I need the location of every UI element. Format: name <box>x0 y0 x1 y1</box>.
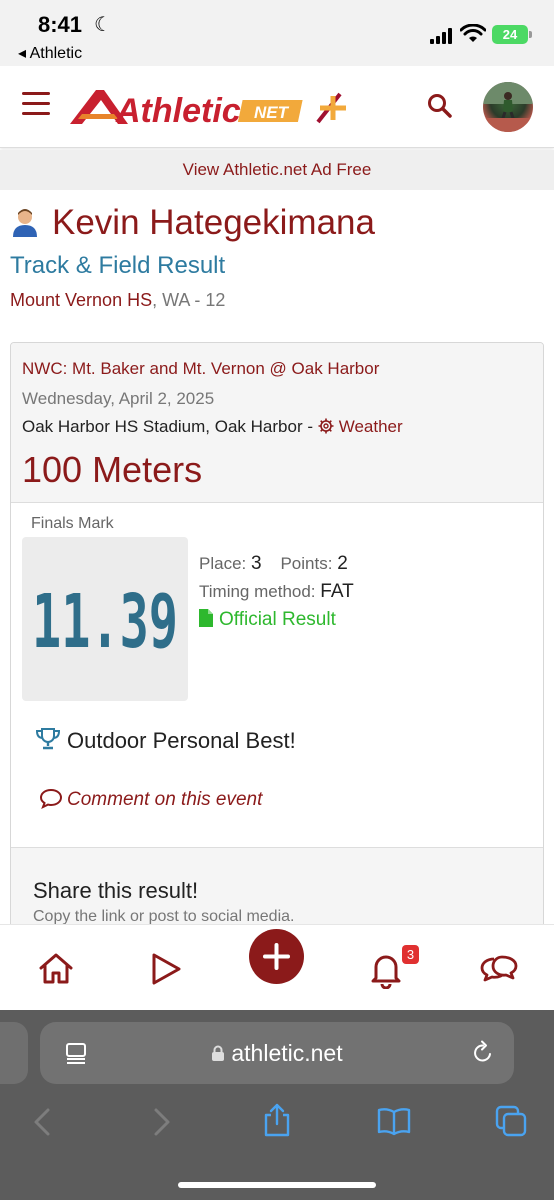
timing-label: Timing method: <box>199 582 316 601</box>
school-link[interactable]: Mount Vernon HS <box>10 290 152 310</box>
avatar-runner-icon <box>483 82 533 132</box>
url-text: athletic.net <box>231 1040 343 1066</box>
battery-icon: 24 <box>492 25 528 44</box>
result-type-heading: Track & Field Result <box>10 252 226 279</box>
menu-icon[interactable] <box>22 92 50 116</box>
play-icon[interactable] <box>146 949 186 989</box>
comment-link[interactable]: Comment on this event <box>39 787 262 811</box>
comment-label: Comment on this event <box>67 789 263 810</box>
bell-icon[interactable] <box>366 949 406 989</box>
home-icon[interactable] <box>36 949 76 989</box>
logo-text: Athletic <box>115 92 241 130</box>
athletic-net-logo[interactable]: Athletic NET <box>68 84 348 130</box>
venue-line: Oak Harbor HS Stadium, Oak Harbor - Weat… <box>22 417 403 437</box>
clock: 8:41 <box>38 12 83 37</box>
plus-icon <box>263 943 290 970</box>
notification-badge: 3 <box>402 945 419 964</box>
athlete-person-icon <box>13 209 37 237</box>
bottom-nav: 3 <box>0 924 554 1010</box>
finals-mark-label: Finals Mark <box>31 515 114 532</box>
moon-icon: ☾ <box>94 14 112 36</box>
chat-icon[interactable] <box>479 949 519 989</box>
back-arrow-icon[interactable] <box>30 1106 54 1138</box>
event-name: 100 Meters <box>22 449 203 490</box>
tabs-icon[interactable] <box>494 1104 528 1138</box>
weather-label: Weather <box>338 417 403 436</box>
place-value: 3 <box>250 553 262 574</box>
weather-link[interactable]: Weather <box>318 417 403 436</box>
url-display: athletic.net <box>40 1040 514 1067</box>
logo-net-text: NET <box>254 103 290 122</box>
official-result-link[interactable]: Official Result <box>199 609 336 631</box>
personal-best-label: Outdoor Personal Best! <box>67 728 296 753</box>
meet-header: NWC: Mt. Baker and Mt. Vernon @ Oak Harb… <box>11 343 543 503</box>
share-icon[interactable] <box>262 1102 292 1138</box>
previous-tab-preview[interactable] <box>0 1022 28 1084</box>
back-to-app-link[interactable]: ◂ Athletic <box>18 43 82 63</box>
points-label: Points: <box>280 554 333 573</box>
trophy-icon <box>35 728 61 750</box>
reload-icon[interactable] <box>470 1040 496 1066</box>
share-title: Share this result! <box>33 878 199 903</box>
personal-best-line: Outdoor Personal Best! <box>35 727 296 754</box>
points-value: 2 <box>337 553 348 574</box>
home-indicator <box>178 1182 376 1188</box>
school-state-grade: , WA - 12 <box>152 290 226 310</box>
add-button[interactable] <box>249 929 304 984</box>
mark-value: 11.39 <box>32 579 178 655</box>
search-icon[interactable] <box>426 92 454 120</box>
bookmarks-icon[interactable] <box>376 1106 412 1136</box>
place-label: Place: <box>199 554 247 573</box>
user-avatar[interactable] <box>483 82 533 132</box>
school-line: Mount Vernon HS, WA - 12 <box>10 290 225 311</box>
timing-value: FAT <box>320 581 354 602</box>
comment-icon <box>39 788 63 809</box>
app-header: Athletic NET <box>0 66 554 148</box>
address-bar[interactable]: athletic.net <box>40 1022 514 1084</box>
meet-date: Wednesday, April 2, 2025 <box>22 389 215 408</box>
gear-icon <box>318 418 334 434</box>
document-icon <box>199 609 213 627</box>
lock-icon <box>212 1045 225 1061</box>
status-bar: 8:41 ☾ ◂ Athletic 24 <box>0 0 554 66</box>
battery-tip <box>529 31 532 38</box>
official-result-label: Official Result <box>219 609 336 630</box>
result-card: NWC: Mt. Baker and Mt. Vernon @ Oak Harb… <box>10 342 544 942</box>
cellular-signal-icon <box>430 28 456 44</box>
meet-name-link[interactable]: NWC: Mt. Baker and Mt. Vernon @ Oak Harb… <box>22 359 379 379</box>
ad-free-link[interactable]: View Athletic.net Ad Free <box>0 150 554 190</box>
place-points-line: Place: 3 Points: 2 <box>199 553 348 575</box>
forward-arrow-icon[interactable] <box>150 1106 174 1138</box>
wifi-icon <box>460 24 486 42</box>
browser-toolbar: athletic.net <box>0 1010 554 1200</box>
mark-digits: 11.39 <box>32 579 178 655</box>
finals-mark-display: 11.39 <box>22 537 188 701</box>
timing-line: Timing method: FAT <box>199 581 354 603</box>
venue-name: Oak Harbor HS Stadium, Oak Harbor - <box>22 417 318 436</box>
athlete-name: Kevin Hategekimana <box>52 203 375 242</box>
